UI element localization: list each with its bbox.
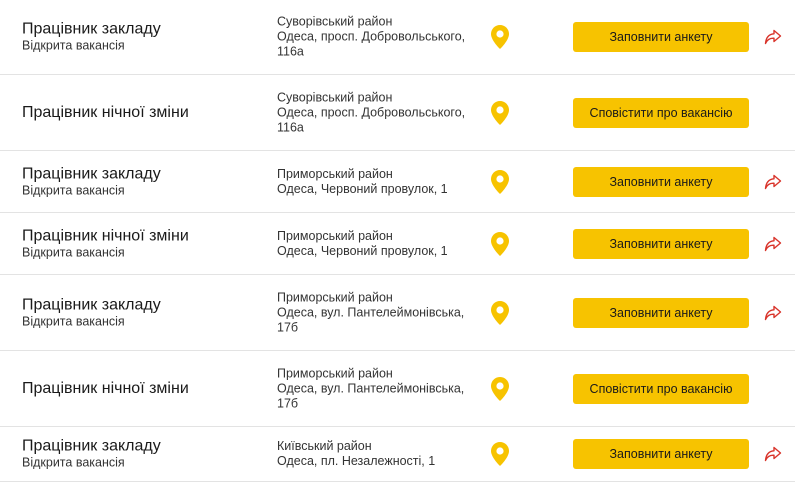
vacancy-address: Київський район Одеса, пл. Незалежності, … xyxy=(277,439,477,469)
address-line: Одеса, просп. Добровольського, xyxy=(277,105,466,119)
vacancy-title-block: Працівник закладу Відкрита вакансія xyxy=(22,165,161,198)
vacancy-title: Працівник закладу xyxy=(22,296,161,313)
share-arrow-icon[interactable] xyxy=(764,305,782,321)
vacancy-status: Відкрита вакансія xyxy=(22,183,125,197)
fill-application-button[interactable]: Заповнити анкету xyxy=(573,22,749,52)
vacancy-status: Відкрита вакансія xyxy=(22,314,125,328)
map-pin-icon[interactable] xyxy=(491,25,509,49)
address-line: Одеса, просп. Добровольського, xyxy=(277,29,466,44)
address-line: 17б xyxy=(277,396,299,410)
map-pin-icon[interactable] xyxy=(491,442,509,466)
vacancy-title-block: Працівник закладу Відкрита вакансія xyxy=(22,296,161,329)
vacancy-title: Працівник закладу xyxy=(22,165,161,182)
map-pin-icon[interactable] xyxy=(491,300,509,325)
notify-vacancy-button[interactable]: Сповістити про вакансію xyxy=(573,373,749,404)
vacancy-address: Суворівський район Одеса, просп. Добровол… xyxy=(277,15,477,60)
fill-application-button[interactable]: Заповнити анкету xyxy=(573,297,749,328)
address-line: Одеса, Червоний провулок, 1 xyxy=(277,243,448,258)
address-line: Приморський район xyxy=(277,166,393,181)
vacancy-title: Працівник нічної зміни xyxy=(22,379,189,397)
vacancy-list: Працівник закладу Відкрита вакансія Суворі… xyxy=(0,0,795,482)
address-line: 116а xyxy=(277,44,304,59)
vacancy-title-block: Працівник нічної зміни Відкрита вакансія xyxy=(22,227,189,260)
address-line: Київський район xyxy=(277,439,372,453)
share-arrow-icon[interactable] xyxy=(764,236,782,252)
vacancy-row: Працівник закладу Відкрита вакансія Київсь… xyxy=(0,427,795,482)
vacancy-row: Працівник закладу Відкрита вакансія Суворі… xyxy=(0,0,795,75)
vacancy-row: Працівник нічної зміни Приморський район О… xyxy=(0,351,795,427)
address-line: Приморський район xyxy=(277,366,393,380)
address-line: Приморський район xyxy=(277,228,393,243)
map-pin-icon[interactable] xyxy=(491,100,509,125)
vacancy-title: Працівник нічної зміни xyxy=(22,227,189,244)
address-line: Одеса, Червоний провулок, 1 xyxy=(277,181,448,196)
vacancy-address: Приморський район Одеса, вул. Пантелеймон… xyxy=(277,366,477,411)
vacancy-address: Приморський район Одеса, Червоний провуло… xyxy=(277,229,477,259)
share-arrow-icon[interactable] xyxy=(764,446,782,462)
fill-application-button[interactable]: Заповнити анкету xyxy=(573,439,749,469)
vacancy-row: Працівник нічної зміни Суворівський район… xyxy=(0,75,795,151)
map-pin-icon[interactable] xyxy=(491,169,509,194)
vacancy-title-block: Працівник закладу Відкрита вакансія xyxy=(22,438,161,471)
share-arrow-icon[interactable] xyxy=(764,174,782,190)
fill-application-button[interactable]: Заповнити анкету xyxy=(573,228,749,259)
vacancy-address: Приморський район Одеса, вул. Пантелеймон… xyxy=(277,290,477,335)
vacancy-address: Суворівський район Одеса, просп. Добровол… xyxy=(277,90,477,135)
fill-application-button[interactable]: Заповнити анкету xyxy=(573,166,749,197)
vacancy-title: Працівник нічної зміни xyxy=(22,103,189,121)
vacancy-status: Відкрита вакансія xyxy=(22,455,125,470)
vacancy-title-block: Працівник нічної зміни xyxy=(22,380,189,398)
vacancy-row: Працівник закладу Відкрита вакансія Примор… xyxy=(0,275,795,351)
vacancy-address: Приморський район Одеса, Червоний провуло… xyxy=(277,167,477,197)
address-line: Одеса, вул. Пантелеймонівська, xyxy=(277,305,465,319)
address-line: Приморський район xyxy=(277,290,393,304)
notify-vacancy-button[interactable]: Сповістити про вакансію xyxy=(573,97,749,128)
vacancy-title-block: Працівник нічної зміни xyxy=(22,104,189,122)
vacancy-status: Відкрита вакансія xyxy=(22,38,125,53)
address-line: Суворівський район xyxy=(277,90,393,104)
address-line: Одеса, пл. Незалежності, 1 xyxy=(277,454,436,468)
vacancy-title: Працівник закладу xyxy=(22,437,161,455)
map-pin-icon[interactable] xyxy=(491,231,509,256)
map-pin-icon[interactable] xyxy=(491,376,509,401)
vacancy-title: Працівник закладу xyxy=(22,20,161,38)
address-line: Суворівський район xyxy=(277,14,393,29)
share-arrow-icon[interactable] xyxy=(764,29,782,45)
vacancy-status: Відкрита вакансія xyxy=(22,245,125,259)
address-line: 116а xyxy=(277,120,304,134)
address-line: 17б xyxy=(277,320,299,334)
vacancy-title-block: Працівник закладу Відкрита вакансія xyxy=(22,21,161,54)
vacancy-row: Працівник закладу Відкрита вакансія Примор… xyxy=(0,151,795,213)
address-line: Одеса, вул. Пантелеймонівська, xyxy=(277,381,465,395)
vacancy-row: Працівник нічної зміни Відкрита вакансія П… xyxy=(0,213,795,275)
